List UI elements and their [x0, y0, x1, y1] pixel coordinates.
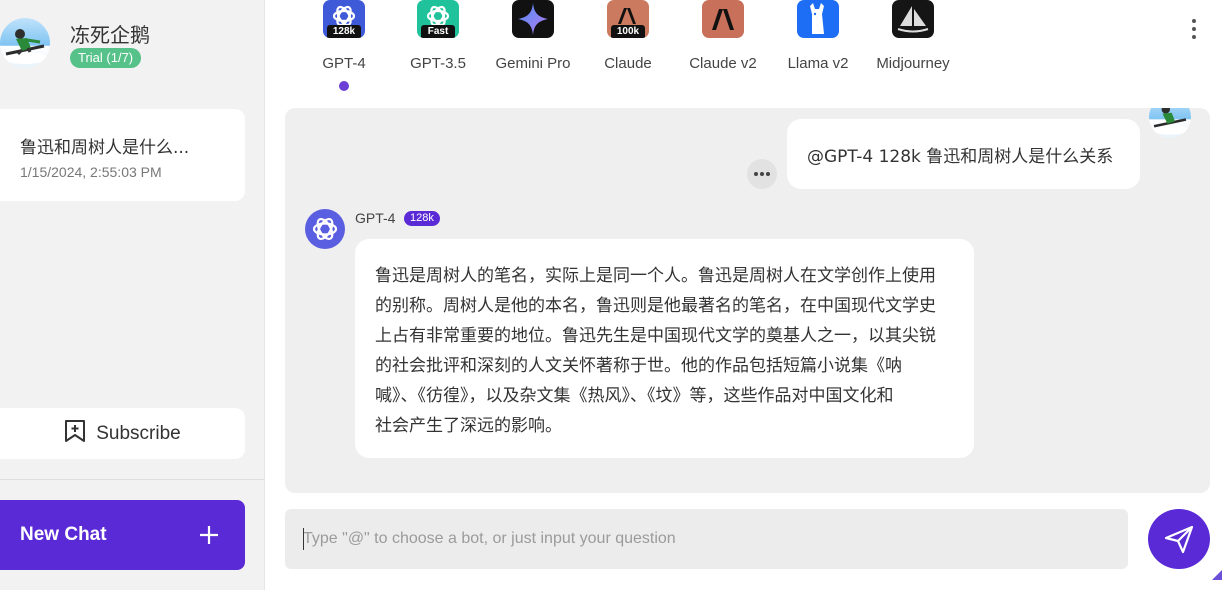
resize-handle[interactable]	[1212, 570, 1222, 580]
bot-claude-v2[interactable]: Claude v2	[673, 0, 773, 100]
bot-label: Midjourney	[876, 55, 950, 72]
send-button[interactable]	[1148, 509, 1210, 569]
bot-message-line: 的别称。周树人是他的本名，鲁迅则是他最著名的笔名，在中国现代文学史	[375, 296, 936, 316]
bot-claude[interactable]: 100k Claude	[578, 0, 678, 100]
bot-label: Gemini Pro	[495, 55, 571, 72]
message-actions-button[interactable]	[747, 159, 777, 189]
user-avatar[interactable]	[0, 18, 50, 68]
message-input[interactable]	[285, 509, 1128, 569]
bot-llama-v2[interactable]: Llama v2	[768, 0, 868, 100]
history-item-title: 鲁迅和周树人是什么...	[20, 138, 190, 158]
openai-icon	[305, 209, 345, 249]
bot-label: Claude	[604, 55, 652, 72]
bookmark-add-icon	[64, 419, 86, 448]
more-options-icon[interactable]	[1190, 19, 1198, 41]
bot-message-line: 鲁迅是周树人的笔名，实际上是同一个人。鲁迅是周树人在文学创作上使用	[375, 266, 936, 286]
bot-message-line: 上占有非常重要的地位。鲁迅先生是中国现代文学的奠基人之一，以其尖锐	[375, 326, 936, 346]
message-input-box[interactable]	[285, 509, 1128, 569]
new-chat-button[interactable]: New Chat	[0, 500, 245, 570]
sidebar-divider	[0, 479, 265, 480]
bot-badge: 128k	[327, 25, 361, 38]
bot-message: 鲁迅是周树人的笔名，实际上是同一个人。鲁迅是周树人在文学创作上使用 的别称。周树…	[355, 239, 974, 458]
bot-message-line: 的社会批评和深刻的人文关怀著称于世。他的作品包括短篇小说集《呐	[375, 356, 902, 376]
bot-gemini-pro[interactable]: Gemini Pro	[483, 0, 583, 100]
user-avatar	[1149, 108, 1191, 138]
history-item-time: 1/15/2024, 2:55:03 PM	[20, 164, 162, 180]
model-badge: 128k	[404, 211, 440, 226]
openai-icon: 128k	[323, 0, 365, 38]
bot-name: GPT-4	[355, 210, 396, 226]
profile[interactable]: 冻死企鹅 Trial (1/7)	[0, 16, 265, 72]
bot-label: GPT-3.5	[410, 55, 466, 72]
user-message: @GPT-4 128k 鲁迅和周树人是什么关系	[787, 119, 1140, 189]
bot-message-line: 社会产生了深远的影响。	[375, 416, 562, 436]
username: 冻死企鹅	[70, 23, 150, 47]
sidebar: 冻死企鹅 Trial (1/7) 鲁迅和周树人是什么... 1/15/2024,…	[0, 0, 265, 590]
bot-gpt-3-5[interactable]: Fast GPT-3.5	[388, 0, 488, 100]
bot-label: Llama v2	[787, 55, 849, 72]
bot-label: Claude v2	[689, 55, 757, 72]
new-chat-label: New Chat	[20, 524, 107, 545]
text-caret	[303, 528, 304, 550]
llama-icon	[797, 0, 839, 38]
active-bot-indicator	[339, 81, 349, 91]
anthropic-icon: 100k	[607, 0, 649, 38]
bot-selector-bar: 128k GPT-4 Fast GPT-3.5 Gemini Pro 100k …	[265, 0, 1232, 100]
bot-gpt-4[interactable]: 128k GPT-4	[294, 0, 394, 100]
subscribe-button[interactable]: Subscribe	[0, 408, 245, 459]
subscribe-label: Subscribe	[96, 422, 181, 444]
chat-history-item[interactable]: 鲁迅和周树人是什么... 1/15/2024, 2:55:03 PM	[0, 109, 245, 201]
trial-badge[interactable]: Trial (1/7)	[70, 48, 142, 68]
bot-midjourney[interactable]: Midjourney	[863, 0, 963, 100]
bot-label: GPT-4	[322, 55, 366, 72]
send-icon	[1164, 525, 1194, 554]
anthropic-icon	[702, 0, 744, 38]
bot-badge: 100k	[611, 25, 645, 38]
bot-badge: Fast	[421, 25, 455, 38]
chat-area: @GPT-4 128k 鲁迅和周树人是什么关系 GPT-4 128k 鲁迅是周树…	[285, 108, 1210, 493]
openai-icon: Fast	[417, 0, 459, 38]
gemini-icon	[512, 0, 554, 38]
plus-icon	[197, 523, 221, 547]
bot-message-line: 喊》、《彷徨》，以及杂文集《热风》、《坟》等，这些作品对中国文化和	[375, 386, 894, 406]
midjourney-icon	[892, 0, 934, 38]
